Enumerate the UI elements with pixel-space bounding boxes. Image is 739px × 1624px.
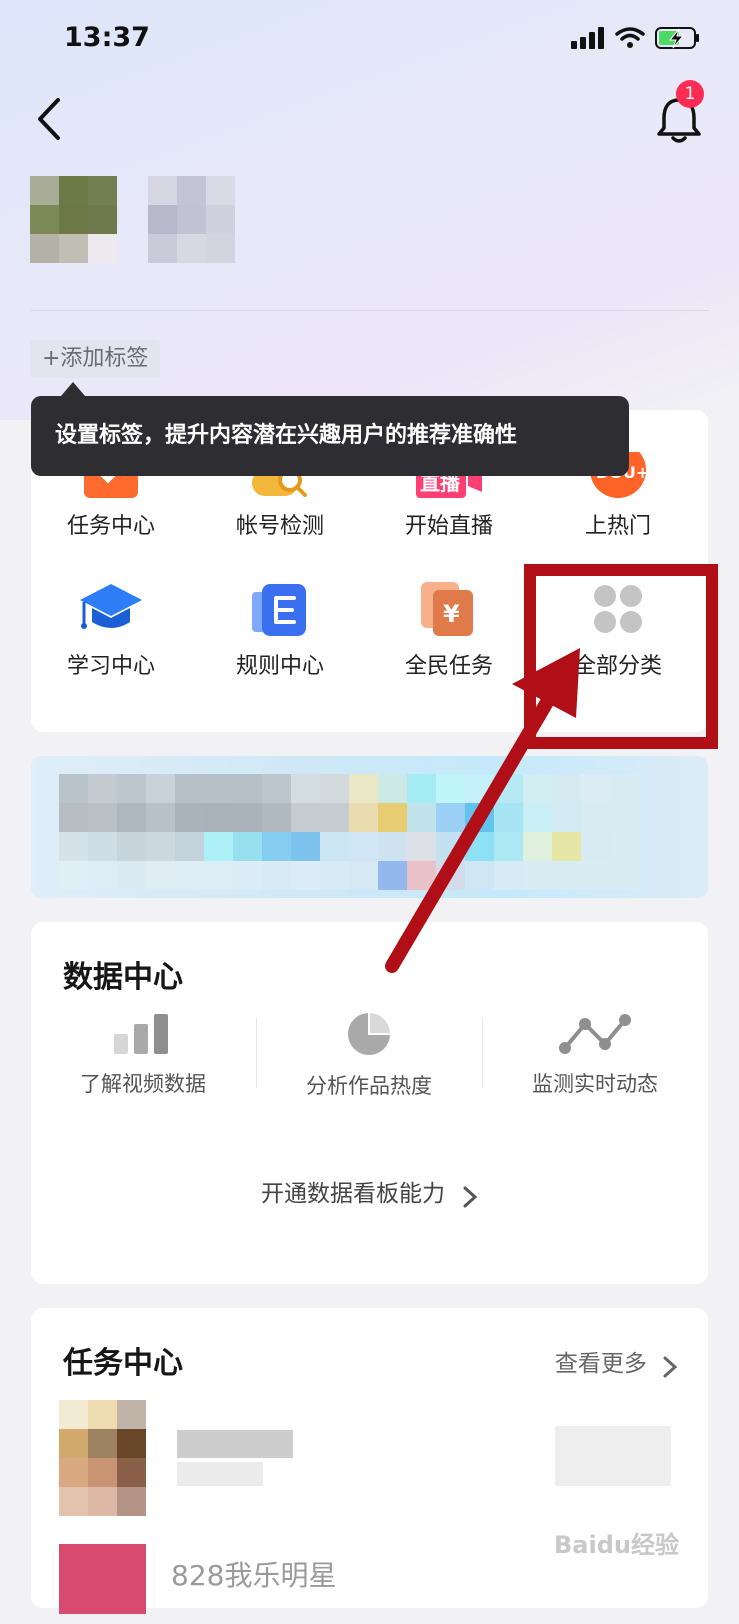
pointer-arrow-icon (385, 648, 580, 973)
status-icons (571, 26, 701, 50)
task-sub-blurred (177, 1462, 263, 1486)
avatar[interactable] (30, 176, 117, 263)
pie-chart-icon (346, 1011, 392, 1057)
data-item-heat[interactable]: 分析作品热度 (269, 1010, 469, 1100)
open-dashboard-link[interactable]: 开通数据看板能力 (31, 1174, 708, 1208)
add-tag-button[interactable]: +添加标签 (30, 340, 161, 378)
data-item-label: 监测实时动态 (532, 1072, 658, 1096)
tag-tooltip: 设置标签，提升内容潜在兴趣用户的推荐准确性 (31, 396, 629, 476)
view-more-link[interactable]: 查看更多 (555, 1344, 678, 1378)
data-divider (482, 1018, 483, 1088)
back-arrow-icon[interactable] (30, 96, 70, 142)
signal-icon (571, 27, 604, 49)
tool-label: 学习中心 (66, 654, 155, 679)
task-center-card: 任务中心 查看更多 828我乐明星 (31, 1308, 708, 1614)
line-trend-icon (559, 1014, 631, 1054)
task-thumbnail (59, 1400, 146, 1516)
task-thumbnail (59, 1544, 146, 1614)
data-center-card: 数据中心 了解视频数据 分析作品热度 监测实时动态 开通数据看板能力 (31, 922, 708, 1284)
data-center-title: 数据中心 (63, 960, 183, 995)
baidu-watermark: Baidu经验 (554, 1531, 679, 1559)
wifi-icon (615, 27, 645, 48)
data-item-realtime[interactable]: 监测实时动态 (495, 1012, 695, 1098)
tool-label: 开始直播 (404, 514, 493, 539)
yuan-card-icon: ¥ (421, 582, 473, 636)
username (148, 176, 235, 263)
notification-badge: 1 (676, 80, 704, 108)
task-reward-blurred (555, 1426, 671, 1486)
task-title-blurred (177, 1430, 293, 1458)
chevron-right-icon (463, 1186, 478, 1207)
view-more-label: 查看更多 (554, 1351, 647, 1377)
tooltip-arrow (61, 382, 85, 396)
tool-learning-center[interactable]: 学习中心 (36, 580, 186, 680)
chevron-right-icon (663, 1356, 678, 1377)
data-item-label: 了解视频数据 (80, 1072, 206, 1096)
tool-label: 规则中心 (235, 654, 324, 679)
tool-label: 任务中心 (66, 514, 155, 539)
profile-divider (30, 310, 709, 311)
tool-rule-center[interactable]: 规则中心 (205, 580, 355, 680)
status-time: 13:37 (64, 22, 150, 53)
tool-label: 帐号检测 (235, 514, 324, 539)
bar-chart-icon (114, 1014, 168, 1054)
open-dashboard-label: 开通数据看板能力 (260, 1181, 445, 1207)
graduation-cap-icon (80, 584, 142, 629)
battery-charging-icon (655, 27, 699, 49)
task-item[interactable] (59, 1400, 679, 1516)
svg-text:¥: ¥ (443, 600, 460, 628)
data-divider (256, 1018, 257, 1088)
task-title: 828我乐明星 (171, 1559, 337, 1592)
rule-book-icon (252, 584, 306, 636)
data-item-label: 分析作品热度 (306, 1074, 432, 1098)
tool-label: 上热门 (584, 514, 651, 539)
task-center-title: 任务中心 (63, 1346, 183, 1381)
promo-banner[interactable] (31, 756, 708, 898)
data-item-video[interactable]: 了解视频数据 (43, 1012, 243, 1098)
